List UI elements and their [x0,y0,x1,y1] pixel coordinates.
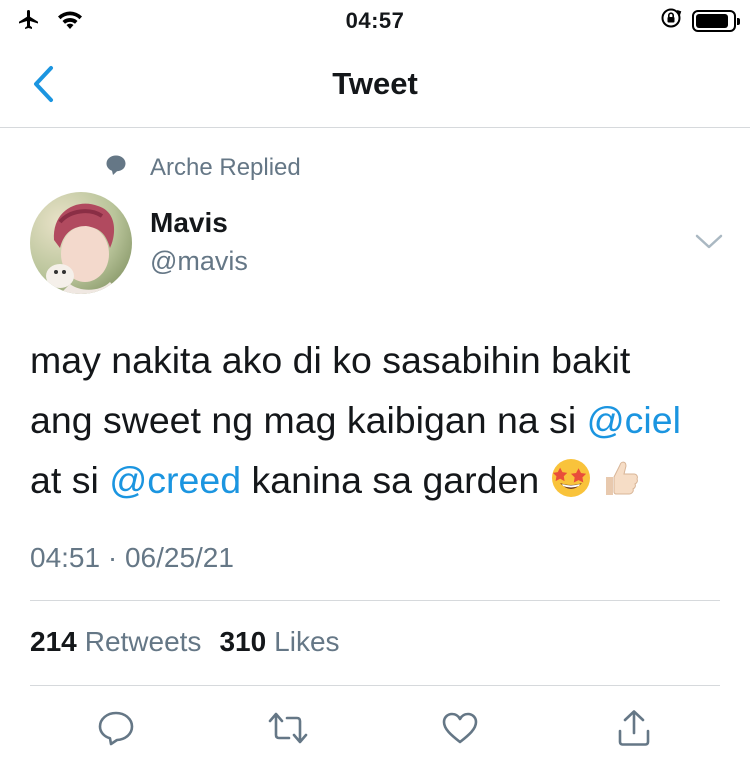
context-label: Arche Replied [150,153,301,181]
reply-bubble-icon [104,153,128,182]
tweet-timestamp: 04:51 · 06/25/21 [30,542,234,573]
retweet-icon [268,712,308,744]
mention-link[interactable]: @ciel [587,399,681,441]
likes-stat[interactable]: 310 Likes [219,626,339,657]
tweet-line: at si @creed kanina sa garden [30,450,730,516]
status-bar: 04:57 [0,0,750,40]
tweet-stats: 214 Retweets 310 Likes [30,626,340,658]
status-right [660,7,740,34]
like-icon [442,712,478,744]
divider [30,600,720,601]
retweets-label: Retweets [84,626,202,657]
retweet-button[interactable] [266,706,310,750]
more-options-button[interactable] [694,230,724,254]
battery-fill [696,13,729,28]
page-title: Tweet [332,66,418,101]
share-icon [618,710,650,746]
like-button[interactable] [438,706,482,750]
author-handle[interactable]: @mavis [150,246,248,277]
chevron-down-icon [695,234,723,249]
reply-icon [98,711,134,746]
avatar[interactable] [30,192,132,294]
tweet-text-segment: kanina sa garden [241,459,550,501]
tweet-text-segment: ang sweet ng mag kaibigan na si [30,399,587,441]
star-struck-emoji [550,456,592,516]
mention-link[interactable]: @creed [109,459,241,501]
social-context[interactable]: Arche Replied [104,153,301,182]
divider [30,685,720,686]
tweet-text-segment: at si [30,459,110,501]
author-name[interactable]: Mavis [150,207,228,239]
retweets-stat[interactable]: 214 Retweets [30,626,201,657]
likes-count: 310 [219,626,267,657]
action-bar [0,706,750,756]
battery-icon [692,9,740,32]
rotation-lock-icon [660,7,682,34]
status-time: 04:57 [345,8,405,33]
tweet-line: may nakita ako di ko sasabihin bakit [30,339,631,381]
share-button[interactable] [612,706,656,750]
tweet-line: ang sweet ng mag kaibigan na si @ciel [30,390,730,450]
retweets-count: 214 [30,626,77,657]
nav-bar: Tweet [0,48,750,128]
reply-button[interactable] [94,706,138,750]
likes-label: Likes [274,626,340,657]
tweet-text: may nakita ako di ko sasabihin bakit ang… [30,330,730,516]
thumbs-up-emoji [600,456,640,516]
